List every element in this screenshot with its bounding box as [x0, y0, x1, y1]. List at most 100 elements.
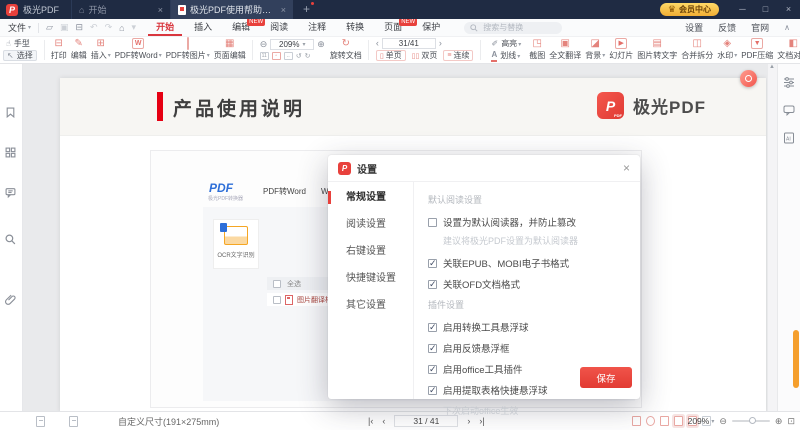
translate-chat-icon[interactable] — [783, 103, 795, 121]
pdf-to-word-button[interactable]: W PDF转Word — [115, 38, 162, 61]
checkbox-row-feedback[interactable]: 启用反馈悬浮框 — [428, 341, 626, 355]
member-center-button[interactable]: ♛ 会员中心 — [660, 3, 719, 16]
last-page-icon[interactable]: ›| — [479, 416, 484, 426]
ai-doc-icon[interactable]: AI — [783, 131, 795, 149]
zoom-level-select[interactable]: 209%▾ — [270, 39, 314, 50]
file-menu-button[interactable]: 文件 ▾ — [8, 21, 31, 34]
comments-icon[interactable] — [5, 185, 16, 203]
doc-compare-button[interactable]: ◧ 文档对比 — [777, 38, 800, 61]
settings-link[interactable]: 设置 — [685, 21, 703, 34]
checkbox-row-convert-ball[interactable]: 启用转换工具悬浮球 — [428, 320, 626, 334]
fullscreen-icon[interactable]: ⊡ — [787, 416, 795, 427]
checkbox-row-epub[interactable]: 关联EPUB、MOBI电子书格式 — [428, 256, 626, 270]
dialog-nav-general[interactable]: 常规设置 — [328, 184, 413, 211]
continuous-mode-button[interactable]: ≡连续 — [443, 50, 473, 61]
checkbox-icon[interactable] — [428, 344, 437, 353]
rotate-document-button[interactable]: ↻ 旋转文档 — [330, 38, 362, 61]
tab-home-close-icon[interactable]: × — [158, 5, 163, 15]
merge-split-button[interactable]: ◫ 合并拆分 — [681, 38, 713, 61]
checkbox-icon[interactable] — [428, 280, 437, 289]
checkbox-icon[interactable] — [428, 259, 437, 268]
prev-page-thumb-icon[interactable] — [36, 416, 45, 427]
feedback-link[interactable]: 反馈 — [718, 21, 736, 34]
watermark-button[interactable]: ◈ 水印 — [717, 38, 737, 61]
bookmark-icon[interactable] — [5, 105, 16, 123]
fit-page-icon[interactable]: ▫ — [272, 52, 281, 60]
dialog-header[interactable]: P 设置 × — [328, 155, 640, 182]
search-input[interactable] — [481, 22, 551, 33]
ribbon-tab-start[interactable]: 开始 — [148, 19, 182, 36]
dialog-close-icon[interactable]: × — [623, 162, 630, 174]
hand-tool-button[interactable]: ☝ 手型 — [3, 38, 37, 49]
single-page-mode-button[interactable]: ▯单页 — [376, 50, 406, 61]
rotate-left-icon[interactable]: ↺ — [296, 52, 302, 60]
zoom-in-icon[interactable]: ⊕ — [317, 39, 325, 50]
edit-button[interactable]: ✎ 编辑 — [71, 38, 87, 61]
rotate-right-icon[interactable]: ↻ — [305, 52, 311, 60]
screenshot-button[interactable]: ◳ 截图 — [529, 38, 545, 61]
sliders-icon[interactable] — [783, 75, 795, 93]
ribbon-tab-convert[interactable]: 转换 — [338, 19, 372, 36]
select-tool-button[interactable]: ↖ 选择 — [3, 50, 37, 61]
insert-button[interactable]: ⊞ 插入 — [91, 38, 111, 61]
checkbox-icon[interactable] — [428, 386, 437, 395]
dialog-nav-other[interactable]: 其它设置 — [328, 292, 413, 319]
pdf-compress-button[interactable]: ▼ PDF压缩 — [741, 38, 773, 61]
background-button[interactable]: ◪ 背景 — [585, 38, 605, 61]
highlight-button[interactable]: ✐ 高亮 — [488, 38, 524, 49]
full-text-translate-button[interactable]: ▣ 全文翻译 — [549, 38, 581, 61]
orange-scrollbar-thumb[interactable] — [793, 330, 799, 388]
search-box[interactable] — [464, 22, 562, 34]
dialog-nav-rightclick[interactable]: 右键设置 — [328, 238, 413, 265]
chevron-down-icon[interactable]: ▾ — [132, 22, 137, 33]
attachment-icon[interactable] — [5, 292, 16, 310]
page-edit-button[interactable]: ▦ 页面编辑 — [214, 38, 246, 61]
ribbon-tab-page[interactable]: 页面NEW — [376, 19, 410, 36]
tab-document-close-icon[interactable]: × — [281, 5, 286, 15]
next-page-thumb-icon[interactable] — [69, 416, 78, 427]
scroll-up-icon[interactable]: ▲ — [769, 64, 775, 70]
checkbox-icon[interactable] — [428, 218, 437, 227]
tab-document[interactable]: 极光PDF使用帮助.pdf × — [171, 0, 293, 19]
previous-page-icon[interactable]: ‹ — [376, 38, 379, 49]
slideshow-button[interactable]: ▶ 幻灯片 — [609, 38, 633, 61]
actual-size-icon[interactable]: 11 — [260, 52, 269, 60]
close-button[interactable]: × — [777, 0, 800, 19]
continuous-view-icon[interactable] — [674, 416, 683, 426]
next-page-icon[interactable]: › — [467, 416, 470, 426]
dialog-nav-reading[interactable]: 阅读设置 — [328, 211, 413, 238]
ribbon-tab-edit[interactable]: 编辑NEW — [224, 19, 258, 36]
fit-page-view-icon[interactable] — [660, 416, 669, 426]
tab-home[interactable]: ⌂ 开始 × — [71, 0, 171, 19]
zoom-percent-select[interactable]: 209%▾ — [688, 416, 715, 426]
open-folder-icon[interactable]: ▱ — [46, 22, 53, 33]
ribbon-tab-read[interactable]: 阅读 — [262, 19, 296, 36]
search-icon[interactable] — [5, 232, 16, 250]
thumbnails-icon[interactable] — [5, 145, 16, 163]
zoom-out-icon[interactable]: ⊖ — [260, 39, 268, 50]
image-to-text-button[interactable]: ▤ 图片转文字 — [637, 38, 677, 61]
save-button[interactable]: 保存 — [580, 367, 632, 388]
new-tab-button[interactable]: + — [303, 0, 310, 19]
maximize-button[interactable]: □ — [754, 0, 777, 19]
official-site-link[interactable]: 官网 — [751, 21, 769, 34]
home-icon[interactable]: ⌂ — [119, 23, 124, 33]
zoom-out-icon[interactable]: ⊖ — [719, 416, 727, 427]
next-page-icon[interactable]: › — [439, 38, 442, 49]
focus-view-icon[interactable] — [646, 416, 655, 426]
checkbox-row-default-reader[interactable]: 设置为默认阅读器，并防止篡改 — [428, 215, 626, 229]
print-button[interactable]: ⊟ 打印 — [51, 38, 67, 61]
checkbox-icon[interactable] — [428, 365, 437, 374]
ribbon-tab-insert[interactable]: 插入 — [186, 19, 220, 36]
save-icon[interactable]: ▣ — [60, 22, 69, 33]
double-page-mode-button[interactable]: ▯▯双页 — [409, 50, 441, 61]
minimize-button[interactable]: ─ — [731, 0, 754, 19]
ribbon-tab-annotate[interactable]: 注释 — [300, 19, 334, 36]
previous-page-icon[interactable]: ‹ — [382, 416, 385, 426]
dialog-nav-shortcuts[interactable]: 快捷键设置 — [328, 265, 413, 292]
pdf-to-image-button[interactable]: PDF转图片 — [166, 38, 210, 61]
zoom-in-icon[interactable]: ⊕ — [775, 416, 783, 427]
collapse-ribbon-icon[interactable]: ∧ — [784, 23, 790, 32]
ribbon-tab-protect[interactable]: 保护 — [414, 19, 448, 36]
underline-button[interactable]: A 划线 — [488, 50, 524, 61]
